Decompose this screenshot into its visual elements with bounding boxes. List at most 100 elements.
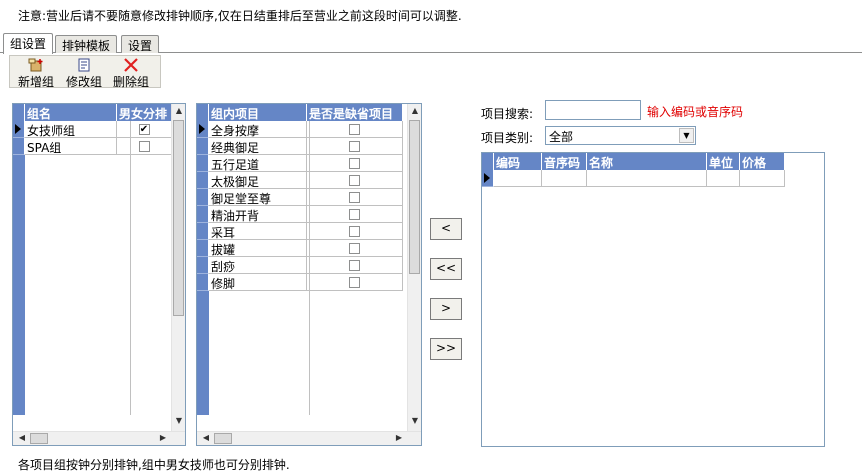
table-row[interactable]: 刮痧 bbox=[197, 257, 403, 274]
move-all-right-button[interactable]: >> bbox=[430, 338, 462, 360]
is-default-cell[interactable] bbox=[307, 257, 403, 274]
table-row[interactable]: 全身按摩 bbox=[197, 121, 403, 138]
new-group-button[interactable]: 新增组 bbox=[18, 58, 54, 90]
item-search-grid: 编码 音序码 名称 单位 价格 bbox=[481, 152, 825, 447]
col-group-name[interactable]: 组名 bbox=[25, 104, 117, 121]
scroll-down-icon[interactable]: ▼ bbox=[408, 416, 421, 425]
is-default-checkbox[interactable] bbox=[349, 260, 360, 271]
item-name-cell[interactable]: 刮痧 bbox=[209, 257, 307, 274]
table-row[interactable] bbox=[482, 170, 785, 187]
col-price[interactable]: 价格 bbox=[740, 153, 785, 170]
table-row[interactable]: 经典御足 bbox=[197, 138, 403, 155]
item-name-cell[interactable]: 五行足道 bbox=[209, 155, 307, 172]
item-name-cell[interactable]: 全身按摩 bbox=[209, 121, 307, 138]
item-name-cell[interactable]: 拔罐 bbox=[209, 240, 307, 257]
table-row[interactable]: 精油开背 bbox=[197, 206, 403, 223]
scroll-thumb[interactable] bbox=[214, 433, 232, 444]
tab-schedule-template[interactable]: 排钟模板 bbox=[55, 35, 118, 53]
unit-cell[interactable] bbox=[707, 170, 740, 187]
scroll-right-icon[interactable]: ▶ bbox=[156, 433, 170, 442]
is-default-checkbox[interactable] bbox=[349, 175, 360, 186]
is-default-cell[interactable] bbox=[307, 223, 403, 240]
price-cell[interactable] bbox=[740, 170, 785, 187]
item-name-cell[interactable]: 精油开背 bbox=[209, 206, 307, 223]
is-default-cell[interactable] bbox=[307, 274, 403, 291]
table-row[interactable]: 五行足道 bbox=[197, 155, 403, 172]
row-selector bbox=[197, 223, 209, 240]
move-left-button[interactable]: < bbox=[430, 218, 462, 240]
horizontal-scrollbar[interactable]: ◀ ▶ bbox=[13, 431, 185, 445]
vertical-scrollbar[interactable]: ▲ ▼ bbox=[407, 104, 421, 431]
item-name-cell[interactable]: 修脚 bbox=[209, 274, 307, 291]
gender-split-cell[interactable]: ✔ bbox=[117, 121, 172, 138]
gender-split-cell[interactable] bbox=[117, 138, 172, 155]
search-input[interactable] bbox=[545, 100, 641, 120]
is-default-cell[interactable] bbox=[307, 189, 403, 206]
group-name-cell[interactable]: SPA组 bbox=[25, 138, 117, 155]
group-name-cell[interactable]: 女技师组 bbox=[25, 121, 117, 138]
scroll-left-icon[interactable]: ◀ bbox=[199, 433, 213, 442]
edit-group-button[interactable]: 修改组 bbox=[66, 58, 102, 90]
scroll-thumb[interactable] bbox=[173, 120, 184, 316]
table-row[interactable]: 修脚 bbox=[197, 274, 403, 291]
scroll-right-icon[interactable]: ▶ bbox=[392, 433, 406, 442]
col-gender-split[interactable]: 男女分排 bbox=[117, 104, 172, 121]
is-default-checkbox[interactable] bbox=[349, 158, 360, 169]
is-default-cell[interactable] bbox=[307, 240, 403, 257]
table-row[interactable]: SPA组 bbox=[13, 138, 172, 155]
vertical-scrollbar[interactable]: ▲ ▼ bbox=[171, 104, 185, 431]
search-hint: 输入编码或音序码 bbox=[647, 105, 744, 119]
tab-group-settings[interactable]: 组设置 bbox=[3, 33, 54, 54]
is-default-checkbox[interactable] bbox=[349, 277, 360, 288]
col-pinyin-code[interactable]: 音序码 bbox=[542, 153, 587, 170]
item-name-cell[interactable]: 太极御足 bbox=[209, 172, 307, 189]
delete-group-button[interactable]: 删除组 bbox=[113, 58, 149, 90]
pinyin-code-cell[interactable] bbox=[542, 170, 587, 187]
col-is-default[interactable]: 是否是缺省项目 bbox=[307, 104, 403, 121]
is-default-checkbox[interactable] bbox=[349, 141, 360, 152]
col-unit[interactable]: 单位 bbox=[707, 153, 740, 170]
name-cell[interactable] bbox=[587, 170, 707, 187]
chevron-down-icon[interactable]: ▼ bbox=[679, 128, 694, 143]
gender-split-checkbox[interactable]: ✔ bbox=[138, 124, 150, 135]
row-selector bbox=[197, 274, 209, 291]
is-default-cell[interactable] bbox=[307, 206, 403, 223]
item-name-cell[interactable]: 采耳 bbox=[209, 223, 307, 240]
col-item-name[interactable]: 组内项目 bbox=[209, 104, 307, 121]
table-row[interactable]: 采耳 bbox=[197, 223, 403, 240]
new-group-icon bbox=[28, 58, 43, 72]
is-default-checkbox[interactable] bbox=[349, 243, 360, 254]
scroll-thumb[interactable] bbox=[30, 433, 48, 444]
is-default-checkbox[interactable] bbox=[349, 226, 360, 237]
item-name-cell[interactable]: 经典御足 bbox=[209, 138, 307, 155]
col-code[interactable]: 编码 bbox=[494, 153, 542, 170]
move-all-left-button[interactable]: << bbox=[430, 258, 462, 280]
is-default-cell[interactable] bbox=[307, 155, 403, 172]
scroll-up-icon[interactable]: ▲ bbox=[408, 106, 421, 115]
is-default-cell[interactable] bbox=[307, 138, 403, 155]
table-row[interactable]: 御足堂至尊 bbox=[197, 189, 403, 206]
scroll-left-icon[interactable]: ◀ bbox=[15, 433, 29, 442]
current-row-indicator bbox=[482, 170, 494, 187]
gender-split-checkbox[interactable] bbox=[138, 141, 150, 152]
is-default-cell[interactable] bbox=[307, 121, 403, 138]
tab-settings[interactable]: 设置 bbox=[121, 35, 160, 53]
scroll-down-icon[interactable]: ▼ bbox=[172, 416, 185, 425]
category-select[interactable]: 全部 ▼ bbox=[545, 126, 696, 145]
item-name-cell[interactable]: 御足堂至尊 bbox=[209, 189, 307, 206]
scroll-up-icon[interactable]: ▲ bbox=[172, 106, 185, 115]
horizontal-scrollbar[interactable]: ◀ ▶ bbox=[197, 431, 421, 445]
is-default-checkbox[interactable] bbox=[349, 192, 360, 203]
is-default-checkbox[interactable] bbox=[349, 124, 360, 135]
row-selector bbox=[197, 257, 209, 274]
table-row[interactable]: 太极御足 bbox=[197, 172, 403, 189]
is-default-cell[interactable] bbox=[307, 172, 403, 189]
table-row[interactable]: 女技师组 ✔ bbox=[13, 121, 172, 138]
item-grid-header: 组内项目 是否是缺省项目 bbox=[197, 104, 403, 121]
col-name[interactable]: 名称 bbox=[587, 153, 707, 170]
move-right-button[interactable]: > bbox=[430, 298, 462, 320]
table-row[interactable]: 拔罐 bbox=[197, 240, 403, 257]
is-default-checkbox[interactable] bbox=[349, 209, 360, 220]
code-cell[interactable] bbox=[494, 170, 542, 187]
scroll-thumb[interactable] bbox=[409, 120, 420, 274]
